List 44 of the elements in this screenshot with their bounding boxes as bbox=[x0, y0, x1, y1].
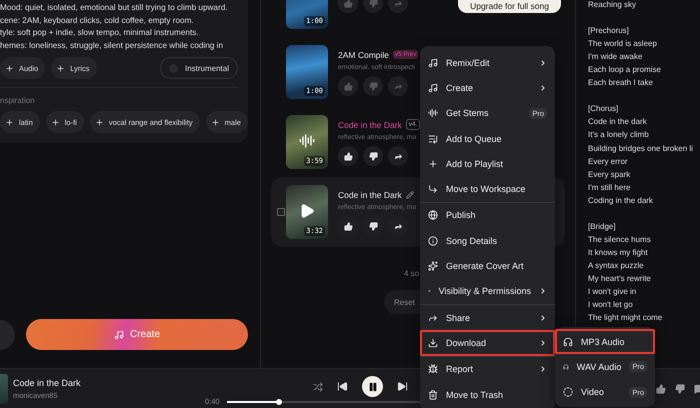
menu-item-label: MP3 Audio bbox=[581, 336, 625, 347]
prompt-text: hemes: loneliness, struggle, silent persistence while coding in bbox=[0, 40, 224, 52]
lyrics-line: Each breath I take bbox=[588, 77, 654, 90]
lyrics-heading: [Chorus] bbox=[588, 103, 620, 116]
menu-item-label: Remix/Edit bbox=[446, 58, 490, 68]
lyrics-line: Code in the dark bbox=[588, 116, 648, 128]
menu-item-label: Share bbox=[446, 312, 470, 323]
lyrics-line: The light might come bbox=[588, 312, 664, 324]
menu-item-label: Video bbox=[581, 387, 604, 398]
lyrics-line: Building bridges one broken li bbox=[588, 142, 694, 155]
menu-item-label: Add to Queue bbox=[446, 134, 502, 144]
lyrics-line: The silence hums bbox=[588, 234, 652, 246]
menu-item-label: WAV Audio bbox=[576, 362, 622, 372]
menu-item-label: Create bbox=[446, 82, 474, 93]
menu-item-label: Publish bbox=[446, 210, 476, 220]
menu-item-label: Move to Trash bbox=[446, 390, 504, 400]
lyrics-line: I won't let go bbox=[588, 299, 634, 312]
menu-item-label: Generate Cover Art bbox=[446, 261, 524, 272]
menu-item-label: Download bbox=[446, 338, 486, 348]
lyrics-line: I'm wide awake bbox=[588, 51, 644, 64]
lyrics-line: I won't give in bbox=[588, 286, 638, 298]
menu-item-label: Get Stems bbox=[446, 108, 489, 118]
lyrics-line: It's a lonely climb bbox=[588, 129, 650, 142]
prompt-text: tyle: soft pop + indie, slow tempo, minimal instruments. bbox=[0, 27, 200, 40]
lyrics-line: I'm still here bbox=[588, 182, 632, 194]
lyrics-line: A syntax puzzle bbox=[588, 260, 645, 272]
prompt-text: cene: 2AM, keyboard clicks, cold coffee, empty room. bbox=[0, 14, 195, 27]
song-count: 4 so bbox=[403, 269, 420, 278]
lyrics-line: Each loop a promise bbox=[588, 64, 662, 76]
prompt-text: Mood: quiet, isolated, emotional but still trying to climb upward. bbox=[0, 2, 229, 14]
lyrics-line: Reaching sky bbox=[588, 0, 638, 11]
lyrics-heading: [Prechorus] bbox=[588, 25, 630, 38]
lyrics-line: It knows my fight bbox=[588, 246, 649, 259]
menu-item-label: Report bbox=[446, 364, 474, 374]
menu-item-label: Add to Playlist bbox=[446, 158, 504, 169]
lyrics-line: Coding in the dark bbox=[588, 194, 654, 207]
lyrics-line: Every error bbox=[588, 156, 629, 168]
menu-item-label: Song Details bbox=[446, 236, 498, 246]
menu-item-label: Move to Workspace bbox=[446, 184, 526, 194]
section-label: nspiration bbox=[0, 96, 36, 106]
lyrics-heading: [Bridge] bbox=[588, 220, 617, 233]
lyrics-line: My heart's rewrite bbox=[588, 272, 652, 285]
lyrics-line: The world is asleep bbox=[588, 38, 658, 50]
lyrics-line: Every spark bbox=[588, 168, 632, 181]
